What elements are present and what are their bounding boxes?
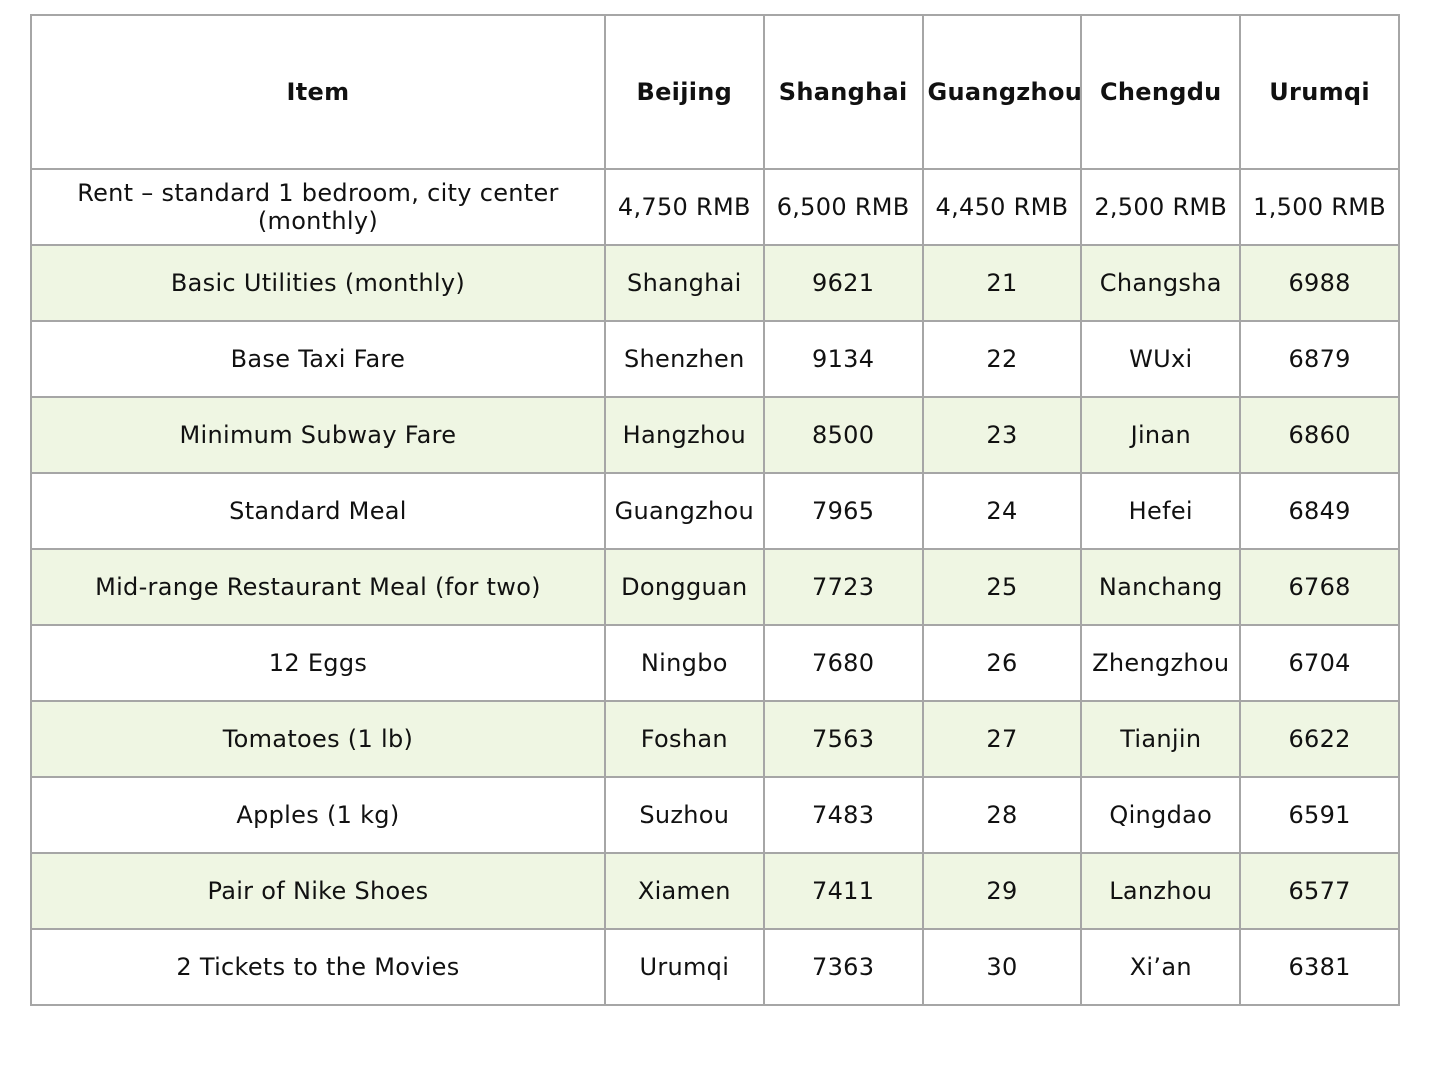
table-cell: Guangzhou [603, 472, 765, 550]
table-cell: Pair of Nike Shoes [30, 852, 606, 930]
table-cell: Apples (1 kg) [30, 776, 606, 854]
table-cell: Minimum Subway Fare [30, 396, 606, 474]
table-cell: Tianjin [1080, 700, 1242, 778]
table-cell: Tomatoes (1 lb) [30, 700, 606, 778]
table-cell: 6879 [1239, 320, 1400, 398]
table-row: 12 Eggs Ningbo 7680 26 Zhengzhou 6704 [30, 624, 1400, 702]
table-cell: Mid-range Restaurant Meal (for two) [30, 548, 606, 626]
table-cell: 7563 [762, 700, 924, 778]
table-row: Standard Meal Guangzhou 7965 24 Hefei 68… [30, 472, 1400, 550]
table-cell: 27 [921, 700, 1083, 778]
table-row: Mid-range Restaurant Meal (for two) Dong… [30, 548, 1400, 626]
header-row: Item Beijing Shanghai Guangzhou Chengdu … [30, 14, 1400, 170]
table-cell: 7483 [762, 776, 924, 854]
cost-of-living-table: Item Beijing Shanghai Guangzhou Chengdu … [30, 14, 1400, 1006]
table-cell: 6577 [1239, 852, 1400, 930]
table-cell: 7680 [762, 624, 924, 702]
table-cell: Dongguan [603, 548, 765, 626]
table-cell: 6,500 RMB [762, 168, 924, 246]
table-cell: 6704 [1239, 624, 1400, 702]
table-cell: 8500 [762, 396, 924, 474]
table-cell: 2 Tickets to the Movies [30, 928, 606, 1006]
table-cell: 4,450 RMB [921, 168, 1083, 246]
table-cell: 6591 [1239, 776, 1400, 854]
header-shanghai: Shanghai [762, 14, 924, 170]
table-cell: 21 [921, 244, 1083, 322]
table-cell: 6381 [1239, 928, 1400, 1006]
table-cell: 7723 [762, 548, 924, 626]
table-cell: Lanzhou [1080, 852, 1242, 930]
header-chengdu: Chengdu [1080, 14, 1242, 170]
header-guangzhou: Guangzhou [921, 14, 1083, 170]
table-cell: 26 [921, 624, 1083, 702]
table-row: Apples (1 kg) Suzhou 7483 28 Qingdao 659… [30, 776, 1400, 854]
table-cell: 29 [921, 852, 1083, 930]
table-cell: 22 [921, 320, 1083, 398]
table-cell: 7965 [762, 472, 924, 550]
table-cell: 23 [921, 396, 1083, 474]
table-cell: Shanghai [603, 244, 765, 322]
table-row: 2 Tickets to the Movies Urumqi 7363 30 X… [30, 928, 1400, 1006]
table-cell: 7363 [762, 928, 924, 1006]
table-cell: 6622 [1239, 700, 1400, 778]
table-row: Rent – standard 1 bedroom, city center (… [30, 168, 1400, 246]
header-item: Item [30, 14, 606, 170]
header-beijing: Beijing [603, 14, 765, 170]
table-row: Tomatoes (1 lb) Foshan 7563 27 Tianjin 6… [30, 700, 1400, 778]
table-cell: Xiamen [603, 852, 765, 930]
table-cell: 4,750 RMB [603, 168, 765, 246]
table-row: Minimum Subway Fare Hangzhou 8500 23 Jin… [30, 396, 1400, 474]
table-cell: Hangzhou [603, 396, 765, 474]
table-cell: 28 [921, 776, 1083, 854]
table-cell: Shenzhen [603, 320, 765, 398]
table-row: Base Taxi Fare Shenzhen 9134 22 WUxi 687… [30, 320, 1400, 398]
table-cell: WUxi [1080, 320, 1242, 398]
table-cell: Ningbo [603, 624, 765, 702]
table-row: Pair of Nike Shoes Xiamen 7411 29 Lanzho… [30, 852, 1400, 930]
table-cell: 30 [921, 928, 1083, 1006]
table-cell: Basic Utilities (monthly) [30, 244, 606, 322]
header-urumqi: Urumqi [1239, 14, 1400, 170]
table-cell: 24 [921, 472, 1083, 550]
table-cell: Zhengzhou [1080, 624, 1242, 702]
table-cell: Xi’an [1080, 928, 1242, 1006]
table-cell: 6988 [1239, 244, 1400, 322]
table-cell: 9134 [762, 320, 924, 398]
table-cell: 6768 [1239, 548, 1400, 626]
table-cell: Base Taxi Fare [30, 320, 606, 398]
table-cell: 2,500 RMB [1080, 168, 1242, 246]
table-cell: 7411 [762, 852, 924, 930]
table-cell: 1,500 RMB [1239, 168, 1400, 246]
table-cell: Qingdao [1080, 776, 1242, 854]
table-cell: 6849 [1239, 472, 1400, 550]
table-cell: 6860 [1239, 396, 1400, 474]
table-cell: Hefei [1080, 472, 1242, 550]
table-cell: Foshan [603, 700, 765, 778]
table-cell: Nanchang [1080, 548, 1242, 626]
table-cell: Changsha [1080, 244, 1242, 322]
table-cell: 12 Eggs [30, 624, 606, 702]
table-row: Basic Utilities (monthly) Shanghai 9621 … [30, 244, 1400, 322]
table-cell: Urumqi [603, 928, 765, 1006]
table-cell: Standard Meal [30, 472, 606, 550]
table-cell: Rent – standard 1 bedroom, city center (… [30, 168, 606, 246]
table-cell: Jinan [1080, 396, 1242, 474]
table-cell: Suzhou [603, 776, 765, 854]
table-cell: 9621 [762, 244, 924, 322]
table-cell: 25 [921, 548, 1083, 626]
